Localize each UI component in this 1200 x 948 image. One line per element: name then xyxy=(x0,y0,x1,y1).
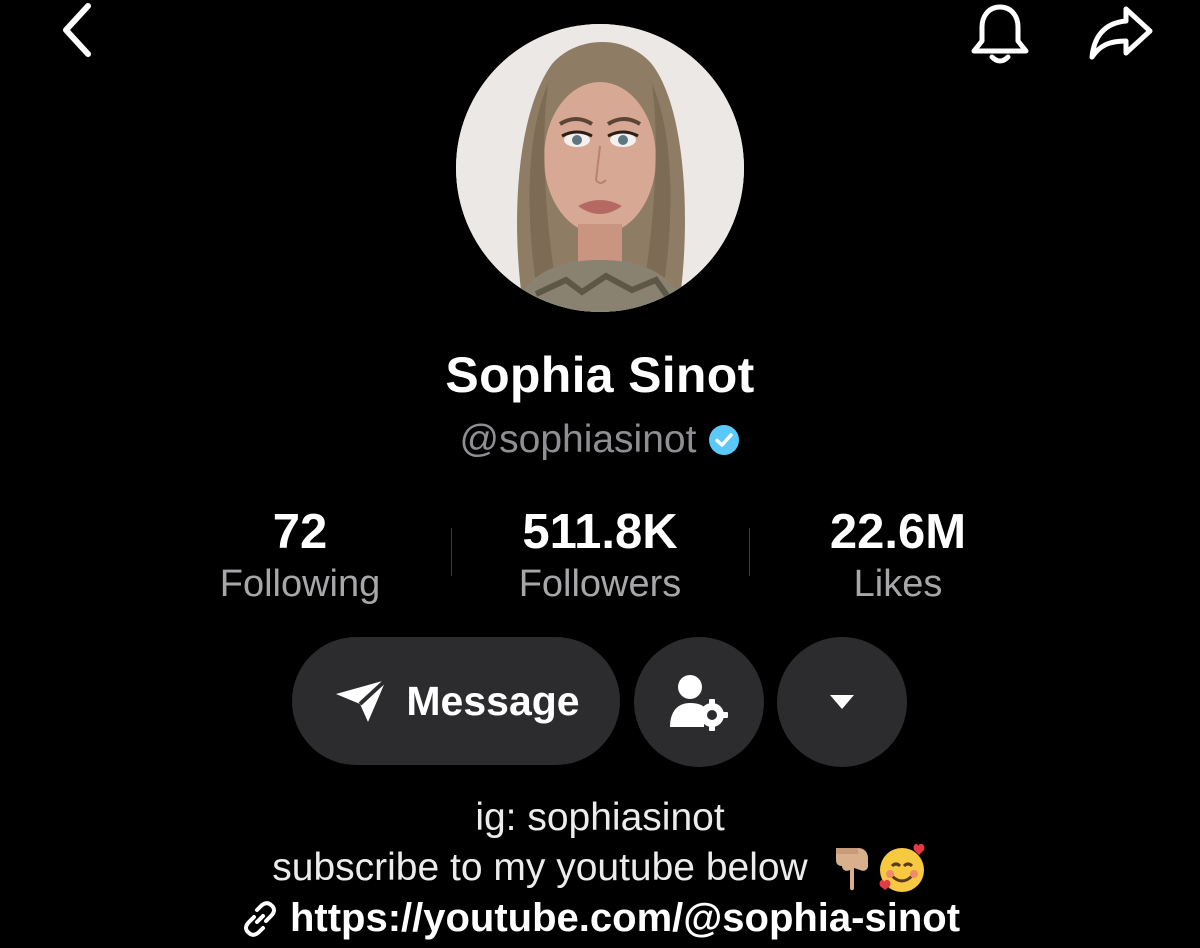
display-name: Sophia Sinot xyxy=(445,347,755,403)
likes-count: 22.6M xyxy=(829,505,967,559)
message-button-label: Message xyxy=(406,677,580,724)
handle-row: @sophiasinot xyxy=(0,418,1200,462)
link-icon xyxy=(243,900,276,937)
share-button[interactable] xyxy=(1080,0,1162,66)
message-button[interactable]: Message xyxy=(292,637,620,765)
user-gear-icon xyxy=(670,675,728,731)
followers-label: Followers xyxy=(518,563,682,605)
likes-label: Likes xyxy=(853,563,943,605)
send-icon xyxy=(336,678,388,722)
bio-line-subscribe: subscribe to my youtube below xyxy=(0,842,1200,894)
username-handle: @sophiasinot xyxy=(459,418,697,461)
stat-likes[interactable]: 22.6M Likes xyxy=(748,502,1048,606)
following-count: 72 xyxy=(272,505,328,559)
bio-line-instagram: ig: sophiasinot xyxy=(475,796,725,839)
back-button[interactable] xyxy=(46,0,110,60)
stat-following[interactable]: 72 Following xyxy=(150,502,450,606)
chevron-left-icon xyxy=(63,3,91,57)
caret-down-icon xyxy=(830,695,854,709)
stat-followers[interactable]: 511.8K Followers xyxy=(450,502,750,606)
bell-icon xyxy=(971,4,1029,64)
bio-link-text: https://youtube.com/@sophia-sinot xyxy=(289,896,961,940)
bio-subscribe-text: subscribe to my youtube below xyxy=(272,846,808,889)
bio-emojis xyxy=(828,842,928,894)
avatar[interactable] xyxy=(456,24,744,312)
friend-settings-button[interactable] xyxy=(634,637,764,767)
pointing-down-emoji-icon xyxy=(835,848,868,891)
bio-link[interactable]: https://youtube.com/@sophia-sinot xyxy=(0,896,1200,941)
notifications-button[interactable] xyxy=(962,0,1038,70)
verified-badge-icon xyxy=(708,424,740,456)
following-label: Following xyxy=(219,563,381,605)
avatar-image xyxy=(456,24,744,312)
share-arrow-icon xyxy=(1089,6,1153,60)
smiling-face-with-hearts-icon xyxy=(879,843,925,892)
more-options-button[interactable] xyxy=(777,637,907,767)
followers-count: 511.8K xyxy=(522,505,678,559)
